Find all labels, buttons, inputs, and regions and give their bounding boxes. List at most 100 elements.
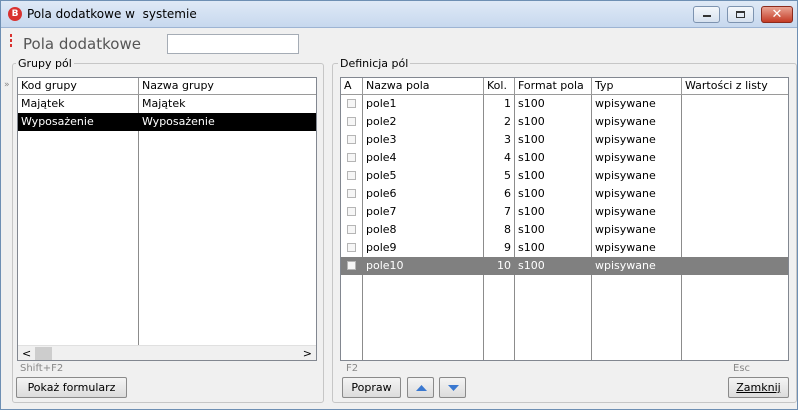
shortcut-hint-shift-f2: Shift+F2 xyxy=(20,363,64,374)
cell-type: wpisywane xyxy=(595,133,656,146)
active-checkbox[interactable] xyxy=(347,153,356,162)
column-header-type[interactable]: Typ xyxy=(592,78,682,95)
cell-column-number: 7 xyxy=(504,205,511,218)
minimize-button[interactable] xyxy=(693,6,720,23)
cell-list-values xyxy=(682,131,788,149)
scroll-right-icon[interactable]: > xyxy=(303,346,312,360)
cell-column-number: 6 xyxy=(504,187,511,200)
minimize-icon xyxy=(703,15,711,17)
active-checkbox[interactable] xyxy=(347,99,356,108)
close-button[interactable]: Zamknij xyxy=(728,377,789,398)
close-window-button[interactable]: ✕ xyxy=(761,6,793,23)
cell-column-number: 4 xyxy=(504,151,511,164)
cell-list-values xyxy=(682,167,788,185)
groups-table[interactable]: Kod grupy Nazwa grupy Majątek Majątek Wypo… xyxy=(17,77,317,361)
cell-format: s100 xyxy=(518,97,545,110)
cell-list-values xyxy=(682,257,788,275)
active-checkbox[interactable] xyxy=(347,207,356,216)
column-header-active[interactable]: A xyxy=(341,78,363,95)
app-icon: B xyxy=(8,7,22,21)
active-checkbox[interactable] xyxy=(347,189,356,198)
cell-field-name: pole4 xyxy=(366,151,397,164)
cell-format: s100 xyxy=(518,169,545,182)
active-checkbox[interactable] xyxy=(347,261,356,270)
cell-field-name: pole2 xyxy=(366,115,397,128)
maximize-icon xyxy=(736,11,745,18)
cell-list-values xyxy=(682,113,788,131)
move-up-button[interactable] xyxy=(407,377,434,398)
scroll-left-icon[interactable]: < xyxy=(22,346,31,360)
active-checkbox[interactable] xyxy=(347,171,356,180)
table-row[interactable]: Wyposażenie Wyposażenie xyxy=(18,113,316,131)
column-header-col[interactable]: Kol. xyxy=(484,78,515,95)
cell-field-name: pole7 xyxy=(366,205,397,218)
maximize-button[interactable] xyxy=(727,6,754,23)
cell-field-name: pole3 xyxy=(366,133,397,146)
column-header-name[interactable]: Nazwa grupy xyxy=(139,78,316,95)
cell-list-values xyxy=(682,221,788,239)
cell-list-values xyxy=(682,185,788,203)
table-row[interactable]: Majątek Majątek xyxy=(18,95,316,113)
active-checkbox[interactable] xyxy=(347,225,356,234)
cell-column-number: 10 xyxy=(497,259,511,272)
table-row[interactable]: pole5 5 s100 wpisywane xyxy=(341,167,788,185)
cell-list-values xyxy=(682,203,788,221)
table-row[interactable]: pole2 2 s100 wpisywane xyxy=(341,113,788,131)
cell-type: wpisywane xyxy=(595,259,656,272)
cell-type: wpisywane xyxy=(595,241,656,254)
cell-column-number: 2 xyxy=(504,115,511,128)
active-checkbox[interactable] xyxy=(347,117,356,126)
shortcut-hint-f2: F2 xyxy=(346,363,359,374)
cell-format: s100 xyxy=(518,241,545,254)
cell-format: s100 xyxy=(518,151,545,164)
cell-list-values xyxy=(682,95,788,113)
column-header-format[interactable]: Format pola xyxy=(515,78,592,95)
fields-table[interactable]: A Nazwa pola Kol. Format pola Typ Wartoś… xyxy=(340,77,789,361)
cell-type: wpisywane xyxy=(595,223,656,236)
scrollbar-thumb[interactable] xyxy=(35,347,52,360)
cell-column-number: 5 xyxy=(504,169,511,182)
groups-legend: Grupy pól xyxy=(16,57,74,70)
edit-button[interactable]: Popraw xyxy=(342,377,401,398)
cell-format: s100 xyxy=(518,133,545,146)
header-search-input[interactable] xyxy=(167,34,299,54)
table-row[interactable]: pole3 3 s100 wpisywane xyxy=(341,131,788,149)
active-checkbox[interactable] xyxy=(347,135,356,144)
close-icon: ✕ xyxy=(771,7,783,22)
move-down-button[interactable] xyxy=(439,377,466,398)
column-header-list-values[interactable]: Wartości z listy xyxy=(682,78,788,95)
table-row[interactable]: pole7 7 s100 wpisywane xyxy=(341,203,788,221)
cell-format: s100 xyxy=(518,223,545,236)
title-bar[interactable]: B Pola dodatkowe w systemie ✕ xyxy=(1,1,797,28)
table-row[interactable]: pole10 10 s100 wpisywane xyxy=(341,257,788,275)
table-row[interactable]: pole1 1 s100 wpisywane xyxy=(341,95,788,113)
cell-type: wpisywane xyxy=(595,115,656,128)
cell-field-name: pole8 xyxy=(366,223,397,236)
table-row[interactable]: pole4 4 s100 wpisywane xyxy=(341,149,788,167)
cell-group-code: Majątek xyxy=(21,97,65,110)
arrow-up-icon xyxy=(416,385,427,391)
table-row[interactable]: pole8 8 s100 wpisywane xyxy=(341,221,788,239)
side-expand-icon[interactable]: » xyxy=(4,80,10,90)
table-row[interactable]: pole9 9 s100 wpisywane xyxy=(341,239,788,257)
cell-format: s100 xyxy=(518,187,545,200)
cell-format: s100 xyxy=(518,205,545,218)
cell-field-name: pole6 xyxy=(366,187,397,200)
cell-field-name: pole9 xyxy=(366,241,397,254)
column-header-code[interactable]: Kod grupy xyxy=(18,78,139,95)
cell-field-name: pole1 xyxy=(366,97,397,110)
cell-column-number: 8 xyxy=(504,223,511,236)
table-row[interactable]: pole6 6 s100 wpisywane xyxy=(341,185,788,203)
horizontal-scrollbar[interactable]: < > xyxy=(18,345,316,360)
column-divider xyxy=(138,95,139,360)
cell-format: s100 xyxy=(518,115,545,128)
cell-group-name: Wyposażenie xyxy=(142,115,215,128)
cell-field-name: pole10 xyxy=(366,259,404,272)
main-window: B Pola dodatkowe w systemie ✕ Pola dodat… xyxy=(0,0,798,410)
show-form-button[interactable]: Pokaż formularz xyxy=(16,377,127,398)
cell-list-values xyxy=(682,239,788,257)
column-header-field-name[interactable]: Nazwa pola xyxy=(363,78,484,95)
active-checkbox[interactable] xyxy=(347,243,356,252)
arrow-down-icon xyxy=(448,385,459,391)
fields-legend: Definicja pól xyxy=(338,57,411,70)
